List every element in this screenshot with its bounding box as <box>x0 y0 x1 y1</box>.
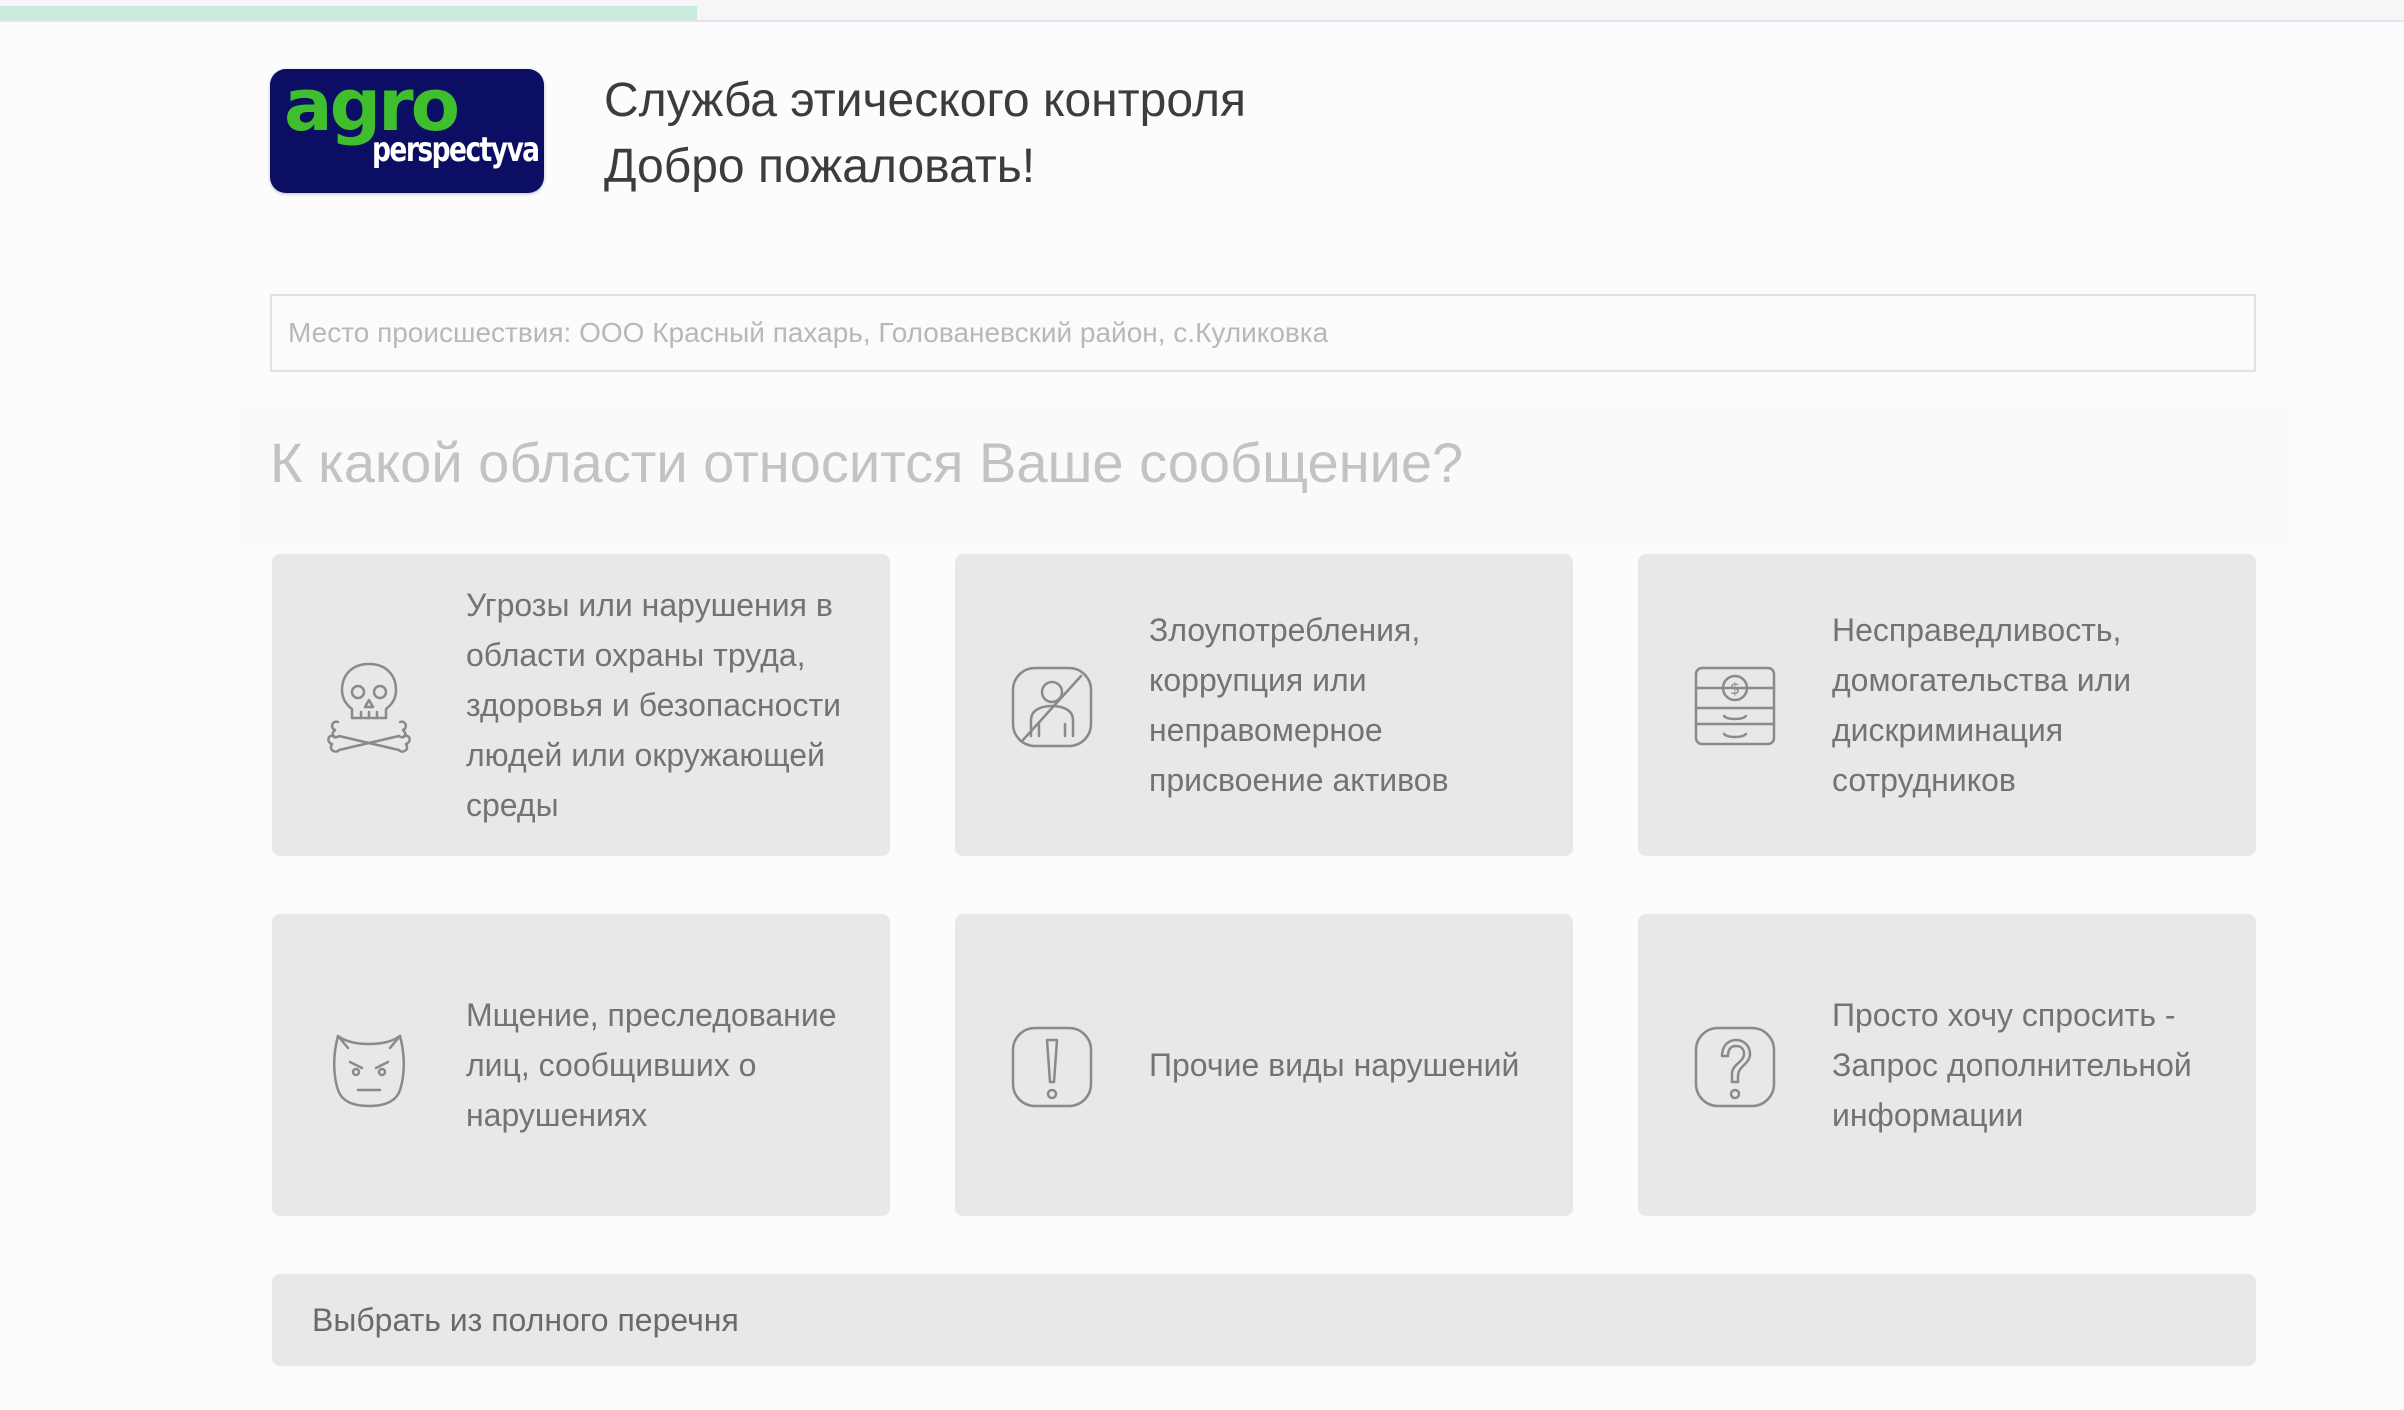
category-card-retaliation[interactable]: Мщение, преследование лиц, сообщивших о … <box>272 914 890 1216</box>
incident-location-field[interactable]: Место происшествия: ООО Красный пахарь, … <box>270 294 2256 372</box>
category-label: Прочие виды нарушений <box>1149 1047 1520 1083</box>
question-icon <box>1690 1018 1780 1114</box>
header-text: Служба этического контроля Добро пожалов… <box>604 68 1246 200</box>
svg-text:$: $ <box>1730 679 1740 698</box>
no-bribe-icon <box>1007 658 1097 754</box>
page: agro perspectyva Служба этического контр… <box>0 0 2404 1410</box>
choose-from-full-list-button[interactable]: Выбрать из полного перечня <box>272 1274 2256 1366</box>
page-title: Служба этического контроля <box>604 74 1246 127</box>
category-label: Мщение, преследование лиц, сообщивших о … <box>466 997 837 1133</box>
progress-bar <box>0 0 2404 22</box>
category-label: Просто хочу спросить - Запрос дополнител… <box>1832 997 2192 1133</box>
money-stack-icon: $ <box>1690 658 1780 754</box>
category-card-question[interactable]: Просто хочу спросить - Запрос дополнител… <box>1638 914 2256 1216</box>
category-question: К какой области относится Ваше сообщение… <box>270 431 1464 494</box>
category-card-other[interactable]: Прочие виды нарушений <box>955 914 1573 1216</box>
category-card-safety[interactable]: Угрозы или нарушения в области охраны тр… <box>272 554 890 856</box>
greeting: Добро пожаловать! <box>604 140 1036 193</box>
devil-face-icon <box>324 1018 414 1114</box>
skull-crossbones-icon <box>324 658 414 754</box>
exclamation-icon <box>1007 1018 1097 1114</box>
category-card-discrimination[interactable]: $ Несправедливость, домогательства или д… <box>1638 554 2256 856</box>
category-card-corruption[interactable]: Злоупотребления, коррупция или неправоме… <box>955 554 1573 856</box>
progress-bar-fill <box>0 6 698 20</box>
logo-subword: perspectyva <box>372 130 540 170</box>
category-label: Несправедливость, домогательства или дис… <box>1832 612 2132 798</box>
category-label: Угрозы или нарушения в области охраны тр… <box>466 587 841 823</box>
company-logo: agro perspectyva <box>270 69 544 193</box>
category-label: Злоупотребления, коррупция или неправоме… <box>1149 612 1449 798</box>
